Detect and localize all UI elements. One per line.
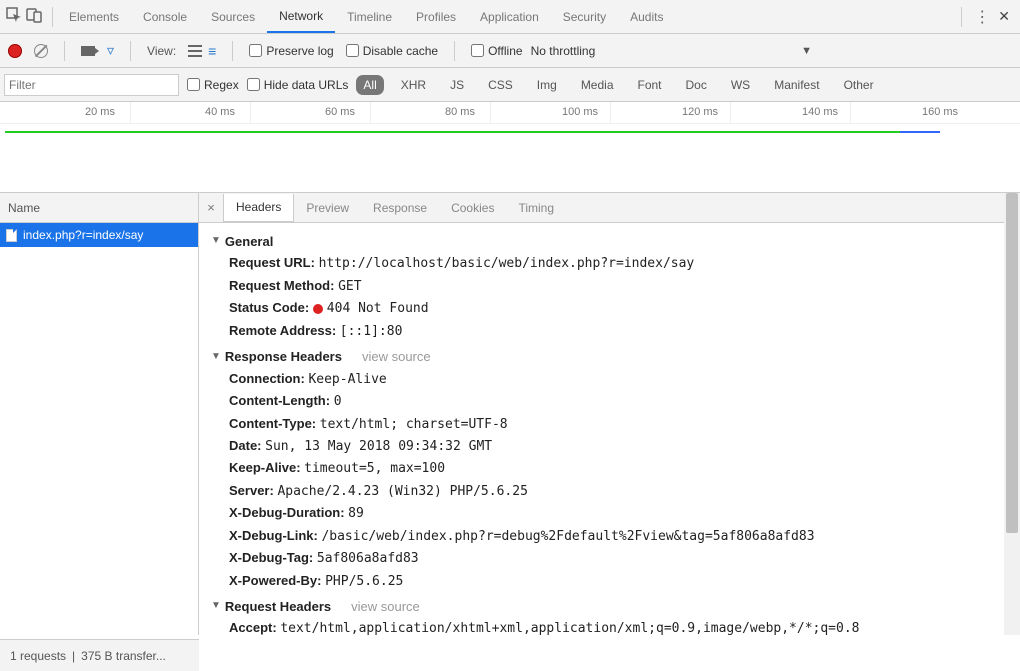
type-css[interactable]: CSS [481,75,520,95]
header-row: Connection: Keep-Alive [211,368,1020,390]
tab-audits[interactable]: Audits [618,0,675,33]
tab-network[interactable]: Network [267,0,335,33]
detail-tab-preview[interactable]: Preview [294,193,361,222]
tab-sources[interactable]: Sources [199,0,267,33]
tick-100ms: 100 ms [562,106,598,118]
timeline-overview[interactable]: 20 ms 40 ms 60 ms 80 ms 100 ms 120 ms 14… [0,102,1020,193]
section-request-headers[interactable]: ▼Request Headersview source [211,596,1020,617]
detail-tab-cookies[interactable]: Cookies [439,193,506,222]
header-row: X-Debug-Duration: 89 [211,502,1020,524]
network-toolbar: ▿ View: ≡ Preserve log Disable cache Off… [0,34,1020,68]
tab-console[interactable]: Console [131,0,199,33]
header-row: Content-Length: 0 [211,390,1020,412]
request-name: index.php?r=index/say [23,228,143,242]
tick-60ms: 60 ms [325,106,355,118]
devtools-topbar: Elements Console Sources Network Timelin… [0,0,1020,34]
tick-160ms: 160 ms [922,106,958,118]
preserve-log-checkbox[interactable]: Preserve log [249,44,333,58]
view-source-link[interactable]: view source [351,596,420,617]
disable-cache-checkbox[interactable]: Disable cache [346,44,438,58]
type-xhr[interactable]: XHR [394,75,433,95]
header-row: Keep-Alive: timeout=5, max=100 [211,457,1020,479]
header-row: X-Debug-Link: /basic/web/index.php?r=deb… [211,525,1020,547]
more-icon[interactable]: ⋮ [974,7,990,27]
document-icon [6,229,17,242]
status-bar: 1 requests | 375 B transfer... [0,639,199,671]
type-all[interactable]: All [356,75,383,95]
header-row: X-Powered-By: PHP/5.6.25 [211,570,1020,592]
view-label: View: [147,44,176,58]
type-js[interactable]: JS [443,75,471,95]
filter-icon[interactable]: ▿ [107,42,114,59]
status-transfer: 375 B transfer... [81,649,166,663]
header-row: Content-Type: text/html; charset=UTF-8 [211,413,1020,435]
timeline-bar-load [900,131,940,133]
throttle-select[interactable]: No throttling [531,44,596,58]
tab-application[interactable]: Application [468,0,551,33]
type-other[interactable]: Other [837,75,881,95]
request-detail: × Headers Preview Response Cookies Timin… [199,193,1020,635]
tab-security[interactable]: Security [551,0,618,33]
status-error-icon [313,304,323,314]
header-row: X-Debug-Tag: 5af806a8afd83 [211,547,1020,569]
close-detail-icon[interactable]: × [199,200,223,215]
timeline-bar [5,131,900,133]
section-response-headers[interactable]: ▼Response Headersview source [211,346,1020,367]
offline-checkbox[interactable]: Offline [471,44,522,58]
scrollbar[interactable] [1004,193,1020,635]
type-manifest[interactable]: Manifest [767,75,826,95]
type-media[interactable]: Media [574,75,621,95]
type-font[interactable]: Font [631,75,669,95]
record-icon[interactable] [8,44,22,58]
waterfall-icon[interactable]: ≡ [208,43,216,59]
header-row: Date: Sun, 13 May 2018 09:34:32 GMT [211,435,1020,457]
detail-tab-headers[interactable]: Headers [223,194,294,223]
header-row: Accept: text/html,application/xhtml+xml,… [211,617,1020,635]
large-rows-icon[interactable] [188,45,202,57]
screenshot-icon[interactable] [81,46,95,56]
type-ws[interactable]: WS [724,75,757,95]
detail-tab-response[interactable]: Response [361,193,439,222]
devtools-tabs: Elements Console Sources Network Timelin… [57,0,947,33]
scroll-thumb[interactable] [1006,193,1018,533]
tab-elements[interactable]: Elements [57,0,131,33]
section-general[interactable]: ▼General [211,231,1020,252]
view-source-link[interactable]: view source [362,346,431,367]
tick-40ms: 40 ms [205,106,235,118]
column-header-name[interactable]: Name [0,193,198,223]
tick-140ms: 140 ms [802,106,838,118]
status-requests: 1 requests [10,649,66,663]
throttle-caret-icon[interactable]: ▼ [801,45,812,57]
hide-urls-checkbox[interactable]: Hide data URLs [247,78,349,92]
filter-input[interactable] [4,74,179,96]
request-row[interactable]: index.php?r=index/say [0,223,198,247]
tick-20ms: 20 ms [85,106,115,118]
tick-120ms: 120 ms [682,106,718,118]
close-icon[interactable]: ✕ [998,8,1010,25]
tick-80ms: 80 ms [445,106,475,118]
inspect-icon[interactable] [6,7,22,26]
device-icon[interactable] [26,7,42,26]
type-doc[interactable]: Doc [679,75,714,95]
tab-timeline[interactable]: Timeline [335,0,404,33]
tab-profiles[interactable]: Profiles [404,0,468,33]
clear-icon[interactable] [34,44,48,58]
regex-checkbox[interactable]: Regex [187,78,239,92]
network-filterbar: Regex Hide data URLs All XHR JS CSS Img … [0,68,1020,102]
request-list: Name index.php?r=index/say [0,193,199,635]
detail-tab-timing[interactable]: Timing [506,193,566,222]
header-row: Server: Apache/2.4.23 (Win32) PHP/5.6.25 [211,480,1020,502]
type-img[interactable]: Img [530,75,564,95]
